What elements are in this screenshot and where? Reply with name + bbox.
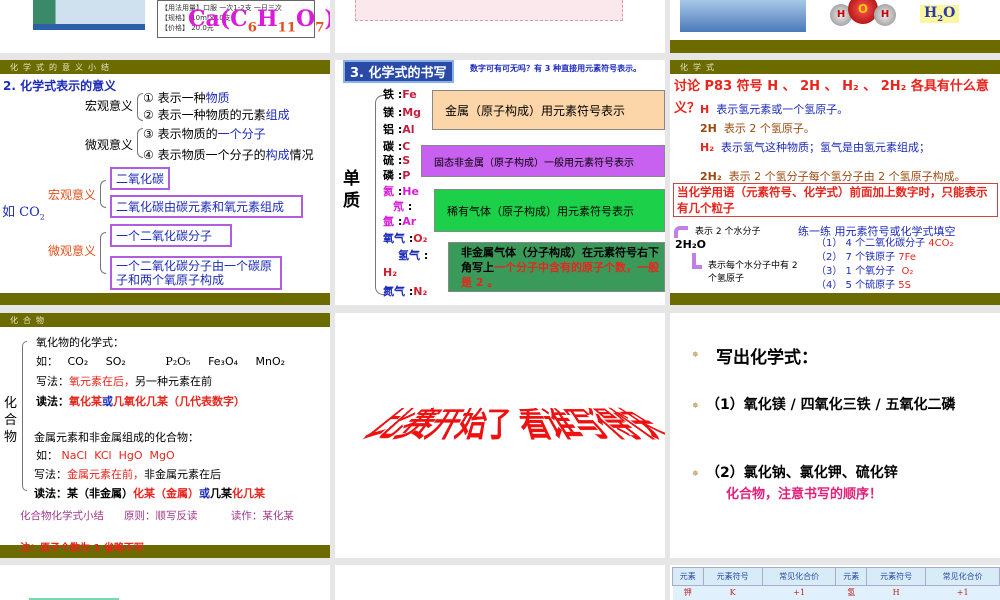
bullet-icon: ✵ <box>692 401 699 410</box>
water-note-bottom: 表示每个水分子中有 2 个氢原子 <box>708 261 798 284</box>
water-formula: 2H₂O <box>675 238 707 251</box>
water-molecule-model: H O H <box>830 0 898 28</box>
element-symbol-item: 氢气 : <box>398 249 429 262</box>
slide-title: 2. 化学式表示的意义 <box>3 79 117 93</box>
salt-reading-rule: 读法：某（非金属）化某（金属）或几某化几某 <box>34 487 265 500</box>
footer-bar <box>670 293 1000 305</box>
element-symbol-item: 氖 : <box>393 200 413 213</box>
wordart-title: 比赛开始了 看谁写得快 <box>348 407 665 447</box>
question-1: （1）氧化镁 / 四氧化三铁 / 五氧化二磷 <box>706 397 956 413</box>
macro-label-2: 宏观意义 <box>48 188 97 202</box>
element-symbol-item: 氮气 :N₂ <box>383 285 428 298</box>
table-header-row: 元素 元素符号 常见化合价 元素 元素符号 常见化合价 <box>672 567 1000 586</box>
macro-label: 宏观意义 <box>85 99 134 113</box>
practice-list: （1） 4 个二氧化碳分子 4CO₂ （2） 7 个铁原子 7Fe （3） 1 … <box>816 238 954 291</box>
slide-chemical-formula-meaning[interactable]: 化学式的意义小结 2. 化学式表示的意义 宏观意义 ① 表示一种物质 ② 表示一… <box>0 60 330 305</box>
meaning-3: ③ 表示物质的一个分子 <box>143 127 266 141</box>
element-symbol-item: 氦 :He <box>383 185 419 198</box>
element-symbol-item: 硫 :S <box>383 154 411 167</box>
slide-header: 化学式的意义小结 <box>0 60 330 74</box>
meaning-box: 二氧化碳由碳元素和氧元素组成 <box>110 195 303 218</box>
oxide-writing-rule: 写法：氧元素在后，另一种元素在前 <box>36 375 212 388</box>
footer-bar <box>0 293 330 305</box>
co2-example: 如 CO2 <box>2 205 45 222</box>
group-label: 化合物 <box>4 396 18 445</box>
meaning-2: ② 表示一种物质的元素组成 <box>143 108 290 122</box>
water-glass-image <box>680 0 806 32</box>
symbol-row: H 表示氢元素或一个氢原子。 <box>700 103 849 116</box>
note-box: 当化学用语（元素符号、化学式）前面加上数字时，只能表示有几个粒子 <box>673 183 998 217</box>
slide-thumbnail-1[interactable]: 【用法用量】口服 一次1-2支 一日三次 【规格】 10ml×10支 【价格】 … <box>0 0 330 53</box>
h2o-label: H2O <box>920 5 960 23</box>
slide-formula-writing[interactable]: 3. 化学式的书写 数字可有可无吗？有 3 种直接用元素符号表示。 单质 铁 :… <box>335 60 665 305</box>
question-text: 数字可有可无吗？有 3 种直接用元素符号表示。 <box>470 64 642 73</box>
summary-text: 化合物化学式小结 原则：顺写反读 读作：某化某 <box>20 510 294 522</box>
slide-formula-symbols[interactable]: 化学式 讨论 P83 符号 H 、 2H 、 H₂ 、 2H₂ 各具有什么意义？… <box>670 60 1000 305</box>
symbol-meanings: H 表示氢元素或一个氢原子。 2H 表示 2 个氢原子。 H₂ 表示氢气这种物质… <box>700 100 966 186</box>
bullet-icon: ✵ <box>692 469 699 478</box>
oxide-reading-rule: 读法：氧化某或几氧化几某（几代表数字） <box>36 395 245 408</box>
slide-compounds[interactable]: 化合物 化合物 氧化物的化学式： 如： CO₂ SO₂ P₂O₅ Fe₃O₄ M… <box>0 313 330 558</box>
element-symbol-item: 铝 :Al <box>383 123 415 136</box>
pink-note-box <box>355 0 623 21</box>
footer-bar <box>670 40 1000 53</box>
valence-table: 元素 元素符号 常见化合价 元素 元素符号 常见化合价 钾 K +1 氢 H +1 <box>672 567 1000 600</box>
element-symbol-item: 磷 :P <box>383 169 411 182</box>
oxide-title: 氧化物的化学式： <box>36 336 124 349</box>
slide-header: 化学式 <box>670 60 1000 74</box>
element-symbol-item: 氧气 :O₂ <box>383 232 428 245</box>
slide-game-start[interactable]: 比赛开始了 看谁写得快 <box>335 313 665 558</box>
element-symbol-item: H₂ <box>383 266 398 279</box>
calcium-gluconate-formula: Ca(C6H11O7)2 <box>188 6 330 36</box>
question-2: （2）氯化钠、氯化钾、硫化锌 <box>706 465 898 481</box>
oxide-examples: 如： CO₂ SO₂ P₂O₅ Fe₃O₄ MnO₂ <box>36 355 286 368</box>
micro-label-2: 微观意义 <box>48 244 97 258</box>
slide-thumbnail-11[interactable] <box>335 565 665 600</box>
element-symbol-item: 氩 :Ar <box>383 215 417 228</box>
slide-exercise[interactable]: ✵ 写出化学式： ✵ （1）氧化镁 / 四氧化三铁 / 五氧化二磷 ✵ （2）氯… <box>670 313 1000 558</box>
arrow-icon <box>674 226 688 238</box>
arrow-icon <box>692 253 702 269</box>
meaning-1: ① 表示一种物质 <box>143 91 230 105</box>
brace <box>100 232 106 274</box>
slide-header: 化合物 <box>0 313 330 327</box>
slide-thumbnail-2[interactable] <box>335 0 665 53</box>
slide-title: 3. 化学式的书写 <box>343 60 454 83</box>
brace <box>100 180 106 208</box>
slide-valence-table[interactable]: 元素 元素符号 常见化合价 元素 元素符号 常见化合价 钾 K +1 氢 H +1 <box>670 565 1000 600</box>
symbol-row: H₂ 表示氢气这种物质；氢气是由氢元素组成； <box>700 141 931 154</box>
rule-box-noble-gas: 稀有气体（原子构成）用元素符号表示 <box>434 189 665 232</box>
bullet-icon: ✵ <box>692 350 699 359</box>
rule-box-metal: 金属（原子构成）用元素符号表示 <box>432 90 665 130</box>
element-symbol-item: 镁 :Mg <box>383 106 422 119</box>
rule-box-gas-molecule: 非金属气体（分子构成）在元素符号右下角写上一个分子中含有的原子个数，一般是 2 … <box>448 242 665 292</box>
meaning-box: 二氧化碳 <box>110 167 171 190</box>
meaning-box: 一个二氧化碳分子由一个碳原子和两个氧原子构成 <box>110 256 282 290</box>
rule-box-solid-nonmetal: 固态非金属（原子构成）一般用元素符号表示 <box>421 145 665 177</box>
salt-writing-rule: 写法：金属元素在前，非金属元素在后 <box>34 468 221 481</box>
note-text: 注：原子个数为 1 省略不写 <box>20 543 144 554</box>
element-symbol-item: 铁 :Fe <box>383 88 417 101</box>
exercise-title: 写出化学式： <box>716 348 818 368</box>
meaning-4: ④ 表示物质一个分子的构成情况 <box>143 148 314 162</box>
slide-thumbnail-3[interactable]: H O H H2O <box>670 0 1000 53</box>
table-row: 钾 K +1 氢 H +1 <box>672 585 1000 600</box>
salt-title: 金属元素和非金属组成的化合物： <box>34 431 199 444</box>
medicine-box-image <box>33 0 145 30</box>
hint-text: 化合物，注意书写的顺序！ <box>726 487 883 502</box>
micro-label: 微观意义 <box>85 138 134 152</box>
brace <box>22 341 27 491</box>
water-note-top: 表示 2 个水分子 <box>695 227 761 237</box>
meaning-box: 一个二氧化碳分子 <box>110 224 232 247</box>
slide-thumbnail-10[interactable] <box>0 565 330 600</box>
symbol-row: 2H 表示 2 个氢原子。 <box>700 122 815 135</box>
salt-examples: 如： NaCl KCl HgO MgO <box>36 449 175 462</box>
group-label: 单质 <box>343 169 360 211</box>
